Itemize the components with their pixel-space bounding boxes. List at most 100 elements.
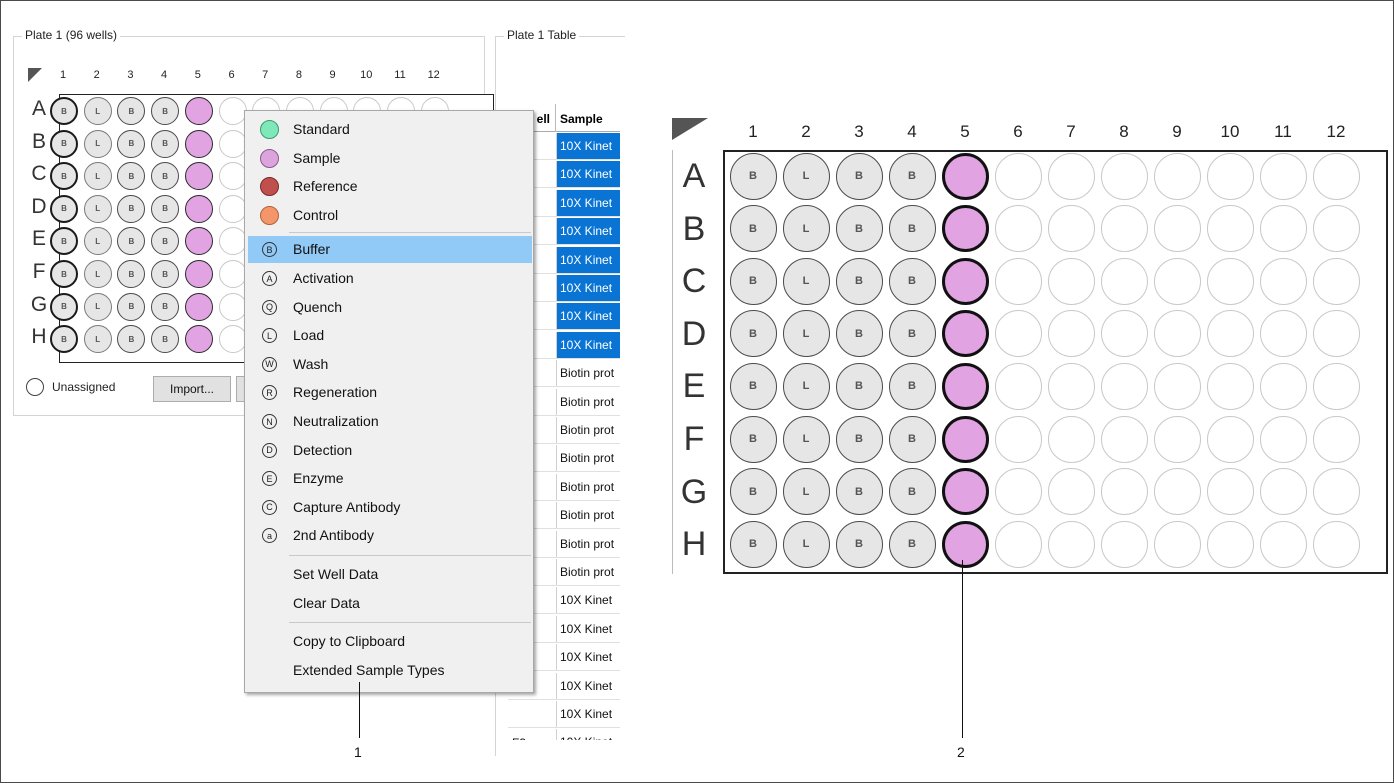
row-header-B[interactable]: B [30,131,48,152]
column-header-8[interactable]: 8 [289,69,309,81]
well-H5[interactable] [184,325,213,354]
menu-item-quench[interactable]: Quench Q [248,294,532,321]
well-A4[interactable]: B [151,97,180,125]
menu-item-capture-antibody[interactable]: Capture Antibody C [248,494,532,521]
well-D3[interactable]: B [117,194,146,223]
well-E4[interactable]: B [151,227,180,256]
menu-item-extended-sample-types[interactable]: Extended Sample Types [248,657,532,684]
well-E1[interactable]: B [50,227,78,256]
well-C3[interactable]: B [117,162,146,191]
large-column-header-12: 12 [1326,122,1346,141]
well-H1[interactable]: B [50,325,78,354]
column-header-sample[interactable]: Sample [560,112,603,126]
large-well-B7 [1047,205,1095,253]
row-header-G[interactable]: G [30,294,48,315]
column-header-3[interactable]: 3 [120,69,140,81]
row-header-F[interactable]: F [30,261,48,282]
column-header-7[interactable]: 7 [255,69,275,81]
row-header-A[interactable]: A [30,98,48,119]
cell-sample: 10X Kinet [556,587,620,614]
column-header-1[interactable]: 1 [53,69,73,81]
well-F5[interactable] [184,260,213,288]
well-B6[interactable] [218,129,247,158]
menu-item-load[interactable]: Load L [248,322,532,349]
column-header-12[interactable]: 12 [424,69,444,81]
well-F2[interactable]: L [83,260,112,288]
well-B1[interactable]: B [50,129,78,158]
well-C2[interactable]: L [83,162,112,191]
well-D4[interactable]: B [151,194,180,223]
well-D6[interactable] [218,194,247,223]
table-row[interactable]: 10X Kinet [508,701,620,728]
column-header-4[interactable]: 4 [154,69,174,81]
column-header-11[interactable]: 11 [390,69,410,81]
well-A1[interactable]: B [50,97,78,125]
well-A5[interactable] [184,97,213,125]
well-E6[interactable] [218,227,247,256]
well-G5[interactable] [184,292,213,321]
well-E5[interactable] [184,227,213,256]
menu-item-set-well-data[interactable]: Set Well Data [248,561,532,588]
well-C4[interactable]: B [151,162,180,191]
well-G2[interactable]: L [83,292,112,321]
well-E2[interactable]: L [83,227,112,256]
menu-item-sample[interactable]: Sample [248,145,532,172]
column-header-5[interactable]: 5 [188,69,208,81]
well-G6[interactable] [218,292,247,321]
menu-item-standard[interactable]: Standard [248,116,532,143]
column-header-9[interactable]: 9 [323,69,343,81]
menu-item-activation-label: Activation [293,270,354,286]
well-H2[interactable]: L [83,325,112,354]
menu-item-activation[interactable]: Activation A [248,265,532,292]
cell-sample: 10X Kinet [556,615,620,642]
well-H4[interactable]: B [151,325,180,354]
menu-item-control[interactable]: Control [248,202,532,229]
row-header-H[interactable]: H [30,326,48,347]
well-F6[interactable] [218,260,247,288]
menu-item-wash[interactable]: Wash W [248,351,532,378]
menu-item-detection[interactable]: Detection D [248,437,532,464]
column-header-2[interactable]: 2 [87,69,107,81]
well-D5[interactable] [184,194,213,223]
menu-item-copy-to-clipboard[interactable]: Copy to Clipboard [248,628,532,655]
well-D2[interactable]: L [83,194,112,223]
menu-item-reference[interactable]: Reference [248,173,532,200]
well-G3[interactable]: B [117,292,146,321]
well-H3[interactable]: B [117,325,146,354]
well-C5[interactable] [184,162,213,191]
well-G4[interactable]: B [151,292,180,321]
well-D1[interactable]: B [50,194,78,223]
row-header-E[interactable]: E [30,228,48,249]
well-A3[interactable]: B [117,97,146,125]
well-C6[interactable] [218,162,247,191]
row-header-D[interactable]: D [30,196,48,217]
column-header-6[interactable]: 6 [222,69,242,81]
well-B4[interactable]: B [151,129,180,158]
large-well-A1: B [729,152,777,200]
well-G1[interactable]: B [50,292,78,321]
menu-item-buffer[interactable]: Buffer B [248,236,532,264]
well-B2[interactable]: L [83,129,112,158]
large-well-F1: B [729,415,777,463]
menu-item-enzyme[interactable]: Enzyme E [248,465,532,492]
well-A6[interactable] [218,97,247,125]
large-well-B10 [1206,205,1254,253]
well-F1[interactable]: B [50,260,78,288]
well-A2[interactable]: L [83,97,112,125]
row-header-C[interactable]: C [30,163,48,184]
menu-item-regeneration[interactable]: Regeneration R [248,379,532,406]
well-B3[interactable]: B [117,129,146,158]
menu-item-clear-data[interactable]: Clear Data [248,590,532,617]
well-C1[interactable]: B [50,162,78,191]
plate-corner-marker [28,68,42,82]
well-F3[interactable]: B [117,260,146,288]
column-header-10[interactable]: 10 [356,69,376,81]
import-button[interactable]: Import... [153,376,231,402]
menu-item-2nd-antibody[interactable]: 2nd Antibody a [248,522,532,549]
well-H6[interactable] [218,325,247,354]
table-row[interactable]: F3 10X Kinet [508,729,620,740]
menu-item-neutralization[interactable]: Neutralization N [248,408,532,435]
well-B5[interactable] [184,129,213,158]
well-F4[interactable]: B [151,260,180,288]
well-E3[interactable]: B [117,227,146,256]
